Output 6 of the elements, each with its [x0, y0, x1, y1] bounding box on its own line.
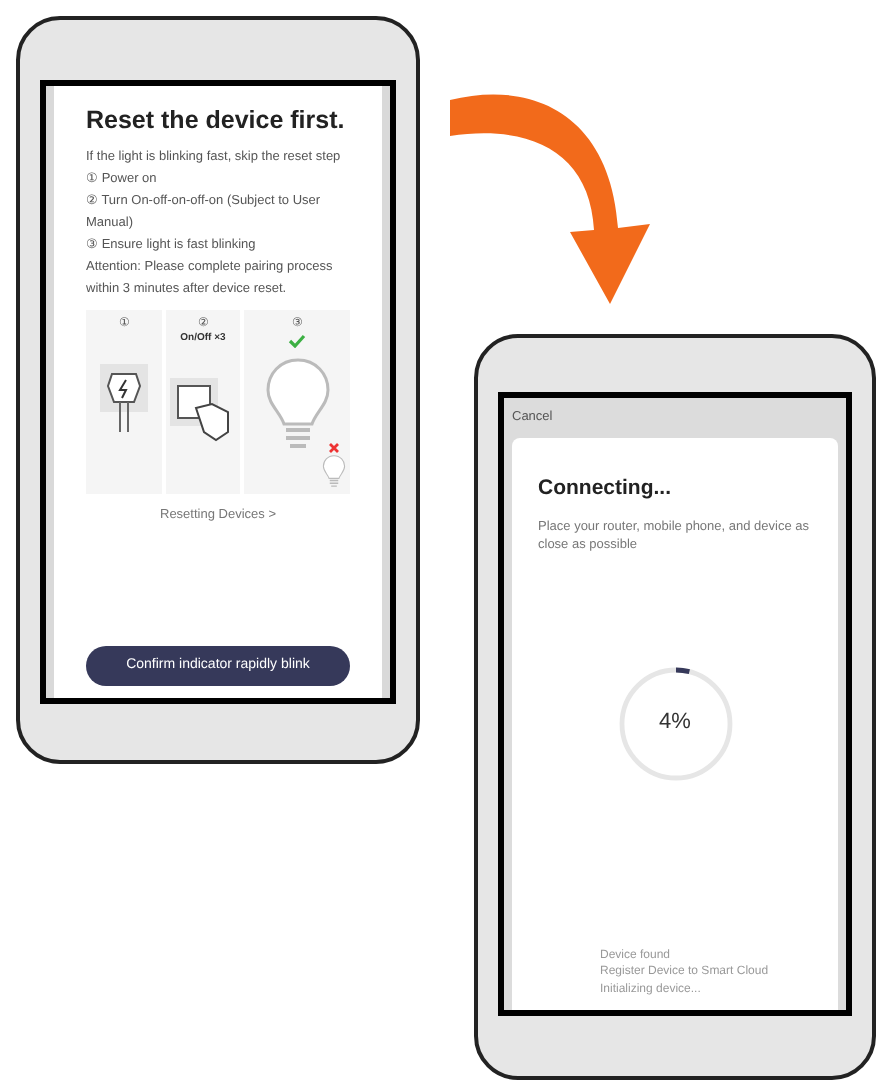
cross-icon — [327, 441, 340, 454]
check-icon — [288, 333, 307, 348]
power-plug-icon — [97, 361, 150, 434]
screen-title: Reset the device first. — [86, 106, 347, 138]
screen-title: Connecting... — [538, 473, 673, 504]
progress-percent: 4% — [657, 708, 693, 739]
